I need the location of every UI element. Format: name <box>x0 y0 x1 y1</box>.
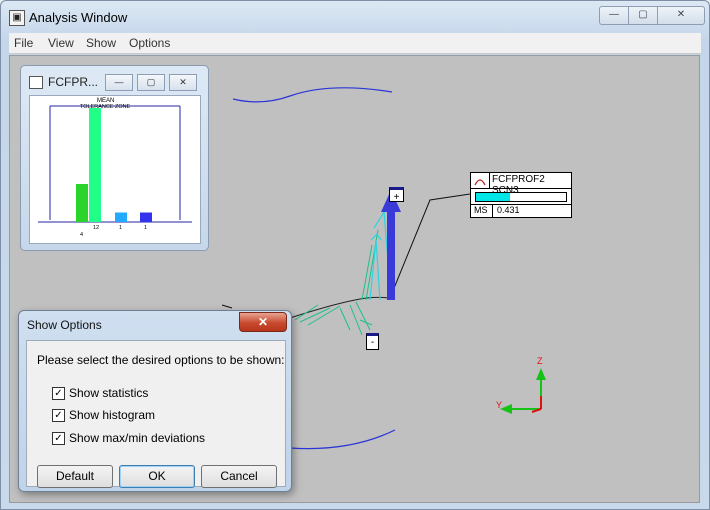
histogram-bar <box>76 184 88 222</box>
histogram-close-button[interactable]: ✕ <box>169 74 197 91</box>
ok-button[interactable]: OK <box>119 465 195 488</box>
dimension-label-box[interactable]: FCFPROF2 SCN3 MS 0.431 <box>470 172 572 218</box>
max-marker[interactable]: + <box>389 187 404 203</box>
deviation-needles <box>294 229 379 336</box>
show-max-min-deviations-label[interactable]: Show max/min deviations <box>69 431 205 445</box>
show-histogram-label[interactable]: Show histogram <box>69 408 155 422</box>
min-marker[interactable]: - <box>366 333 379 350</box>
curve-top <box>232 87 393 103</box>
show-statistics-checkbox[interactable]: ✓ <box>52 387 65 400</box>
show-histogram-checkbox[interactable]: ✓ <box>52 409 65 422</box>
deviation-gauge <box>475 192 567 202</box>
default-button[interactable]: Default <box>37 465 113 488</box>
max-deviation-arrow <box>387 210 395 300</box>
dialog-prompt: Please select the desired options to be … <box>37 353 285 367</box>
dialog-title: Show Options <box>27 318 102 332</box>
histogram-bar <box>115 212 127 222</box>
window-icon <box>29 76 43 89</box>
triad-z-label: Z <box>537 356 543 366</box>
histogram-subtitle: TOLERANCE ZONE <box>80 104 131 110</box>
histogram-bar <box>140 212 152 222</box>
gauge-fill <box>476 193 511 201</box>
dialog-close-button[interactable]: ✕ <box>239 312 287 332</box>
dialog-body: Please select the desired options to be … <box>26 340 286 488</box>
histogram-minimize-button[interactable]: — <box>105 74 133 91</box>
leader-line <box>389 193 471 299</box>
label-row-name: MS <box>474 205 488 215</box>
cancel-button[interactable]: Cancel <box>201 465 277 488</box>
show-statistics-label[interactable]: Show statistics <box>69 386 148 400</box>
histogram-bar-label: 4 <box>80 232 83 238</box>
histogram-window[interactable]: FCFPR... — ▢ ✕ MEAN TOLERANCE ZONE 4 12 1 1 <box>20 65 209 251</box>
triad-y-label: Y <box>496 400 503 410</box>
label-value: 0.431 <box>497 205 520 215</box>
histogram-maximize-button[interactable]: ▢ <box>137 74 165 91</box>
histogram-svg: MEAN TOLERANCE ZONE 412 1 1 <box>38 98 192 238</box>
histogram-window-title: FCFPR... <box>48 75 98 89</box>
histogram-bar-label: 12 <box>93 225 99 231</box>
histogram-bar-label: 1 <box>144 225 147 231</box>
show-options-dialog[interactable]: Show Options ✕ Please select the desired… <box>18 310 292 492</box>
profile-symbol-icon <box>471 173 490 188</box>
histogram-plot: MEAN TOLERANCE ZONE 4 12 1 1 <box>29 95 201 244</box>
histogram-bar-label: 1 <box>119 225 122 231</box>
profile-line <box>289 296 391 319</box>
curve-bottom <box>289 429 396 450</box>
show-max-min-deviations-checkbox[interactable]: ✓ <box>52 432 65 445</box>
histogram-bar <box>89 108 101 222</box>
